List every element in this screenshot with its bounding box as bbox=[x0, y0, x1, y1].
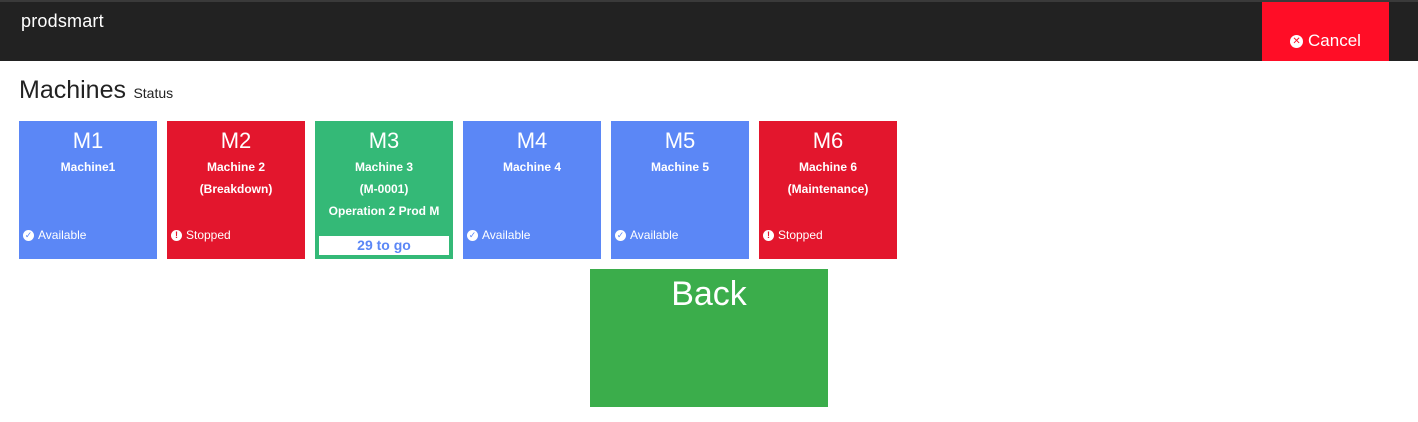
machine-status-label: Available bbox=[482, 228, 531, 242]
machine-detail: (Breakdown) bbox=[199, 182, 273, 196]
machine-tile-m1[interactable]: M1 Machine1 ✓ Available bbox=[19, 121, 157, 259]
exclamation-circle-icon: ! bbox=[171, 229, 182, 241]
page-heading: Machines Status bbox=[19, 76, 173, 105]
machine-code: M3 bbox=[368, 128, 400, 153]
machine-name: Machine 6 bbox=[798, 160, 858, 174]
machine-code: M2 bbox=[220, 128, 252, 153]
machine-code: M4 bbox=[516, 128, 548, 153]
exclamation-circle-icon: ! bbox=[763, 229, 774, 241]
check-circle-icon: ✓ bbox=[615, 229, 626, 241]
machine-status: ! Stopped bbox=[763, 228, 823, 242]
machine-name: Machine1 bbox=[60, 160, 116, 174]
machine-code: M1 bbox=[72, 128, 104, 153]
machine-status: ! Stopped bbox=[171, 228, 231, 242]
machine-status-label: Stopped bbox=[778, 228, 823, 242]
machine-order: (M-0001) bbox=[359, 182, 409, 196]
machine-name: Machine 4 bbox=[502, 160, 562, 174]
machine-detail: (Maintenance) bbox=[787, 182, 869, 196]
top-bar: prodsmart ✕ Cancel bbox=[0, 0, 1418, 61]
machine-tile-m3[interactable]: M3 Machine 3 (M-0001) Operation 2 Prod M… bbox=[315, 121, 453, 259]
machine-tile-m6[interactable]: M6 Machine 6 (Maintenance) ! Stopped bbox=[759, 121, 897, 259]
machine-name: Machine 3 bbox=[354, 160, 414, 174]
back-label: Back bbox=[671, 275, 747, 313]
check-circle-icon: ✓ bbox=[467, 229, 478, 241]
machine-status: ✓ Available bbox=[23, 228, 86, 242]
page-subtitle: Status bbox=[133, 85, 174, 101]
machine-status-label: Stopped bbox=[186, 228, 231, 242]
machine-status-label: Available bbox=[630, 228, 679, 242]
machine-name: Machine 2 bbox=[206, 160, 266, 174]
progress-remaining: 29 to go bbox=[319, 236, 449, 255]
machine-name: Machine 5 bbox=[650, 160, 710, 174]
machine-status-label: Available bbox=[38, 228, 87, 242]
machine-status: ✓ Available bbox=[615, 228, 678, 242]
machine-code: M5 bbox=[664, 128, 696, 153]
machine-tile-m5[interactable]: M5 Machine 5 ✓ Available bbox=[611, 121, 749, 259]
top-bar-edge bbox=[0, 0, 1418, 2]
close-circle-icon: ✕ bbox=[1290, 35, 1304, 48]
cancel-button[interactable]: ✕ Cancel bbox=[1262, 2, 1389, 61]
machine-status: ✓ Available bbox=[467, 228, 530, 242]
page-title: Machines bbox=[19, 76, 126, 104]
machine-code: M6 bbox=[812, 128, 844, 153]
check-circle-icon: ✓ bbox=[23, 229, 34, 241]
back-button[interactable]: Back bbox=[590, 269, 828, 407]
machine-tile-m4[interactable]: M4 Machine 4 ✓ Available bbox=[463, 121, 601, 259]
machine-operation: Operation 2 Prod M bbox=[328, 204, 440, 218]
machine-tile-m2[interactable]: M2 Machine 2 (Breakdown) ! Stopped bbox=[167, 121, 305, 259]
brand-logo[interactable]: prodsmart bbox=[21, 11, 104, 32]
cancel-label: Cancel bbox=[1308, 31, 1361, 50]
